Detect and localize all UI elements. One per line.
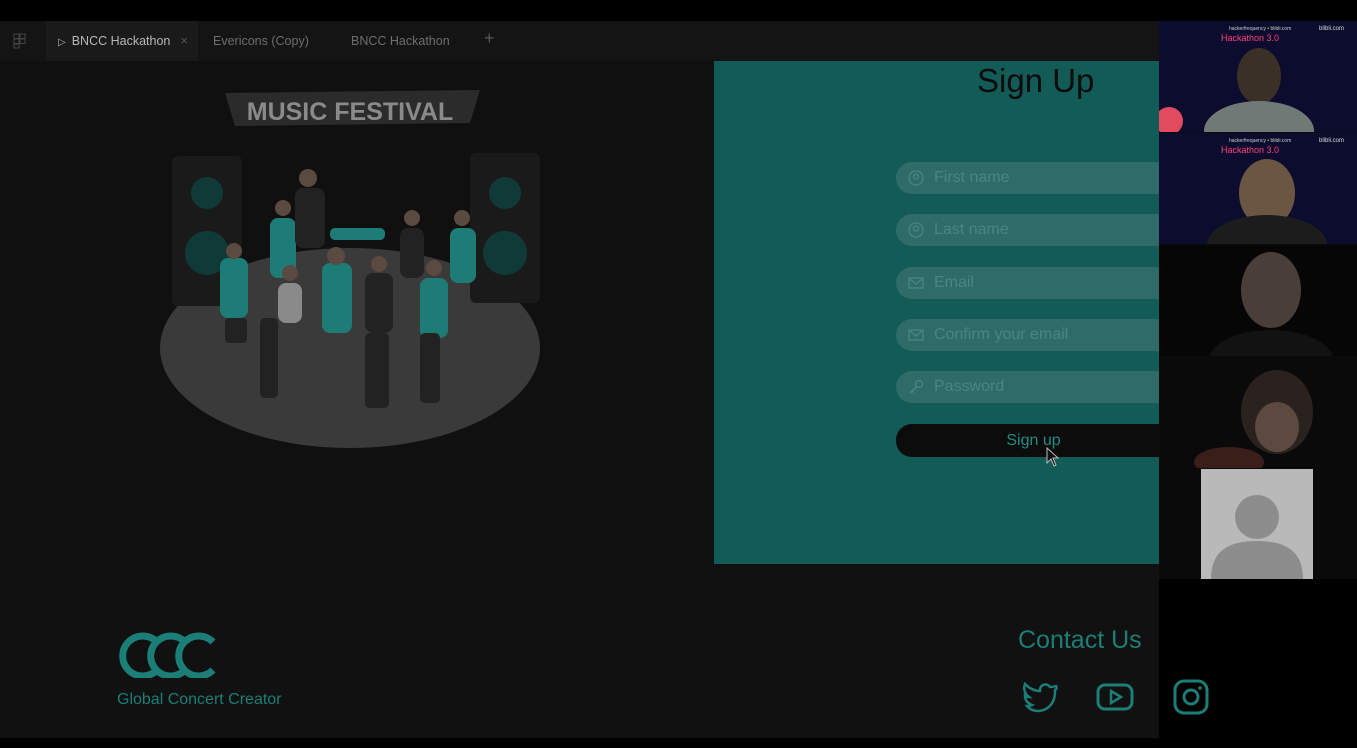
contact-us-title: Contact Us: [1018, 626, 1142, 654]
signup-title: Sign Up: [977, 62, 1095, 99]
tab-label: Evericons (Copy): [213, 34, 309, 48]
participant-video-4[interactable]: [1159, 357, 1357, 468]
first-name-placeholder: First name: [934, 169, 1010, 186]
email-field[interactable]: Email: [896, 267, 1159, 299]
add-tab-button[interactable]: +: [484, 29, 498, 47]
play-icon: ▷: [58, 37, 66, 48]
password-placeholder: Password: [934, 378, 1005, 395]
email-placeholder: Email: [934, 274, 975, 291]
festival-banner-text: MUSIC FESTIVAL: [247, 98, 453, 126]
twitter-icon[interactable]: [1020, 677, 1060, 717]
tab-label: BNCC Hackathon: [71, 34, 171, 48]
music-festival-illustration: MUSIC FESTIVAL: [160, 90, 540, 448]
avatar-icon: [1211, 495, 1303, 579]
confirm-email-field[interactable]: Confirm your email: [896, 319, 1159, 351]
tab-bncc-hackathon-active[interactable]: ▷ BNCC Hackathon ×: [46, 21, 198, 61]
key-icon: [909, 379, 924, 394]
youtube-icon[interactable]: [1095, 677, 1135, 717]
figma-menu-icon[interactable]: [13, 33, 27, 49]
signup-button[interactable]: Sign up: [896, 424, 1159, 457]
tab-evericons-copy[interactable]: Evericons (Copy): [213, 21, 309, 61]
tagline: Global Concert Creator: [117, 691, 282, 708]
mail-icon: [908, 277, 924, 289]
screen-top-bar: [0, 0, 1357, 21]
close-tab-icon[interactable]: ×: [180, 33, 188, 48]
participant-video-3[interactable]: [1159, 245, 1357, 356]
user-icon: [908, 222, 924, 238]
tab-bncc-hackathon[interactable]: BNCC Hackathon: [351, 21, 450, 61]
last-name-field[interactable]: Last name: [896, 214, 1159, 246]
tab-bar: ▷ BNCC Hackathon × Evericons (Copy) BNCC H…: [0, 21, 1159, 61]
confirm-email-placeholder: Confirm your email: [934, 326, 1069, 343]
signup-panel: [714, 61, 1159, 564]
participant-video-1[interactable]: hackerfrequency • blibli.com Hackathon 3…: [1159, 21, 1357, 132]
mail-icon: [908, 329, 924, 341]
last-name-placeholder: Last name: [934, 221, 1009, 238]
password-field[interactable]: Password: [896, 371, 1159, 403]
participant-avatar-placeholder[interactable]: [1201, 469, 1313, 579]
instagram-icon[interactable]: [1171, 677, 1211, 717]
participant-video-2[interactable]: hackerfrequency • blibli.com Hackathon 3…: [1159, 133, 1357, 244]
first-name-field[interactable]: First name: [896, 162, 1159, 194]
gcc-logo: [117, 632, 217, 683]
mouse-cursor-icon: [1046, 447, 1060, 467]
tab-label: BNCC Hackathon: [351, 34, 450, 48]
user-icon: [908, 170, 924, 186]
